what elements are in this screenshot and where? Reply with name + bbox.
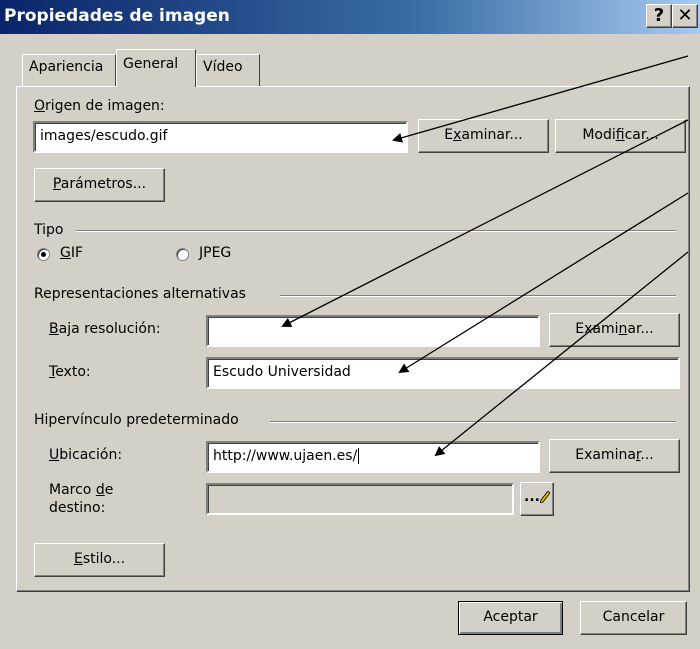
gif-radio[interactable] [37,248,50,261]
text-cursor [358,448,360,464]
close-icon: ✕ [677,5,693,26]
origen-label: Origen de imagen: [34,98,165,114]
help-button[interactable]: ? [646,4,672,28]
tipo-group-label: Tipo [34,222,64,238]
origen-examinar-button[interactable]: Examinar... [418,119,549,153]
ubicacion-examinar-button[interactable]: Examinar... [549,439,680,473]
tipo-divider [76,230,676,232]
tab-video[interactable]: Vídeo [196,54,260,86]
texto-label: Texto: [49,364,91,380]
alternativas-group-label: Representaciones alternativas [34,286,246,302]
pencil-icon: ... [524,489,551,505]
tab-general[interactable]: General [116,49,196,87]
close-button[interactable]: ✕ [672,4,698,28]
estilo-button[interactable]: Estilo... [34,543,165,577]
alternativas-divider [280,295,676,297]
title-bar[interactable]: Propiedades de imagen ? ✕ [0,0,700,34]
marco-destino-label: Marco de destino: [49,482,114,516]
ubicacion-label: Ubicación: [49,447,123,463]
texto-input[interactable]: Escudo Universidad [206,357,680,389]
baja-resolucion-input[interactable] [206,315,540,347]
origen-modificar-button[interactable]: Modificar... [555,119,686,153]
jpeg-radio-label[interactable]: JPEG [199,245,231,261]
marco-destino-button[interactable]: ... [520,482,554,516]
ubicacion-value: http://www.ujaen.es/ [213,448,358,464]
image-properties-dialog: Propiedades de imagen ? ✕ Apariencia Gen… [0,0,700,649]
baja-examinar-button[interactable]: Examinar... [549,313,680,347]
aceptar-button[interactable]: Aceptar [458,601,563,635]
jpeg-radio[interactable] [176,248,189,261]
tab-apariencia[interactable]: Apariencia [22,54,116,86]
hipervinculo-group-label: Hipervínculo predeterminado [34,412,239,428]
parametros-button[interactable]: Parámetros... [34,168,165,202]
ubicacion-input[interactable]: http://www.ujaen.es/ [206,441,540,473]
marco-destino-input[interactable] [206,483,514,515]
baja-resolucion-label: Baja resolución: [49,321,161,337]
cancelar-button[interactable]: Cancelar [580,601,687,635]
hipervinculo-divider [270,421,676,423]
origen-input[interactable]: images/escudo.gif [33,121,408,153]
window-title: Propiedades de imagen [4,6,230,26]
gif-radio-label[interactable]: GIF [60,245,83,261]
